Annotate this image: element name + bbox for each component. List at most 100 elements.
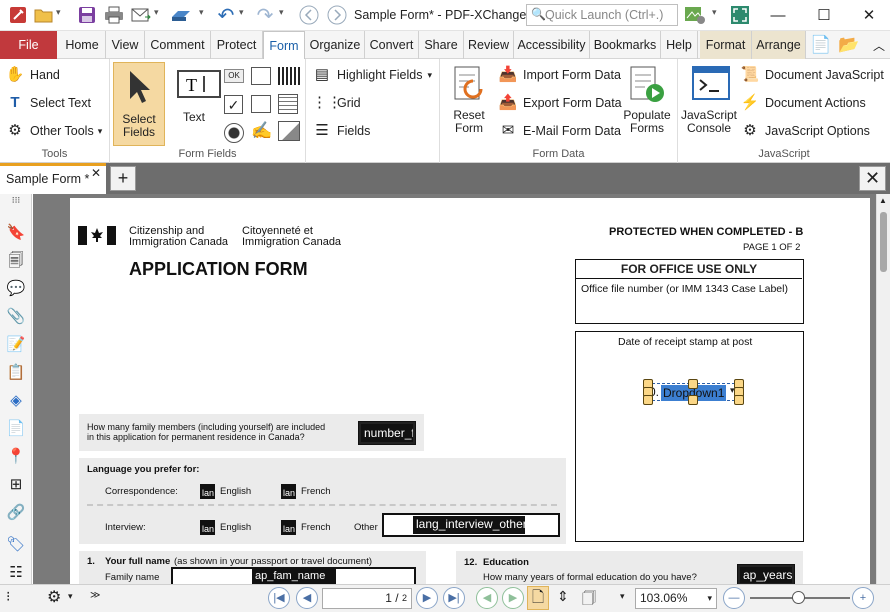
first-page-button[interactable]: |◀ [268, 587, 290, 609]
document-properties-icon[interactable]: 📄 [810, 35, 831, 55]
zoom-slider-thumb[interactable] [792, 591, 805, 604]
resize-handle-bl[interactable] [643, 395, 653, 405]
comments-icon[interactable]: 💬 [5, 278, 27, 300]
next-page-button[interactable]: ▶ [416, 587, 438, 609]
certificate-icon[interactable]: 📋 [5, 362, 27, 384]
tab-help[interactable]: Help [661, 31, 698, 59]
signatures-icon[interactable]: 📝 [5, 334, 27, 356]
tags-icon[interactable]: 🏷 [5, 534, 27, 556]
interview-other-field[interactable]: lang_interview_other [413, 516, 525, 534]
tab-protect[interactable]: Protect [211, 31, 263, 59]
resize-handle-br[interactable] [734, 395, 744, 405]
collapse-ribbon-icon[interactable]: ︿ [873, 37, 885, 54]
javascript-options-button[interactable]: ⚙ JavaScript Options [740, 121, 870, 141]
document-actions-button[interactable]: ⚡ Document Actions [740, 93, 866, 113]
tab-home[interactable]: Home [59, 31, 106, 59]
select-fields-button[interactable]: Select Fields [113, 62, 165, 146]
grid-button[interactable]: ⋮⋮ Grid [312, 93, 361, 113]
export-form-data-button[interactable]: 📤 Export Form Data [498, 93, 622, 113]
minimize-button[interactable]: — [755, 0, 801, 30]
page-number-box[interactable]: 1 / 2 [322, 588, 412, 609]
collapse-sidebar-icon[interactable]: ⁝⁝⁝ [5, 194, 27, 206]
family-name-field[interactable]: ap_fam_name [252, 569, 336, 584]
document-viewport[interactable]: Citizenship and Immigration Canada Citoy… [33, 194, 876, 584]
email-icon[interactable] [130, 5, 152, 25]
date-field-icon[interactable] [278, 94, 298, 114]
highlight-fields-button[interactable]: ▤ Highlight Fields ▾ [312, 65, 432, 85]
tab-comment[interactable]: Comment [145, 31, 211, 59]
zoom-in-button[interactable]: + [852, 587, 874, 609]
document-javascript-button[interactable]: 📜 Document JavaScript [740, 65, 884, 85]
close-document-button[interactable]: ✕ [859, 166, 886, 191]
scroll-up-icon[interactable]: ▲ [879, 196, 887, 205]
image-field-icon[interactable] [278, 121, 300, 141]
structure-icon[interactable]: ⊞ [5, 474, 27, 496]
email-form-data-button[interactable]: ✉ E-Mail Form Data [498, 121, 621, 141]
scan-dropdown-icon[interactable]: ▾ [199, 7, 204, 18]
interview-french-checkbox[interactable]: lan [281, 520, 296, 535]
close-tab-icon[interactable]: ✕ [91, 166, 101, 180]
forward-view-button[interactable]: ▶ [502, 587, 524, 609]
vertical-scrollbar[interactable]: ▲ [876, 194, 890, 584]
undo-dropdown-icon[interactable]: ▾ [239, 7, 244, 18]
correspondence-english-checkbox[interactable]: lan [200, 484, 215, 499]
last-page-button[interactable]: ▶| [443, 587, 465, 609]
checkbox-field-icon[interactable]: ✓ [224, 95, 243, 114]
radio-button-field-icon[interactable] [224, 123, 244, 143]
tab-share[interactable]: Share [419, 31, 464, 59]
tab-convert[interactable]: Convert [365, 31, 419, 59]
layers-icon[interactable]: ◈ [5, 390, 27, 412]
scan-icon[interactable] [170, 5, 192, 25]
tab-accessibility[interactable]: Accessibility [514, 31, 590, 59]
bookmarks-icon[interactable]: 🔖 [5, 222, 27, 244]
destinations-icon[interactable]: 📍 [5, 446, 27, 468]
tab-bookmarks[interactable]: Bookmarks [590, 31, 661, 59]
tab-review[interactable]: Review [464, 31, 514, 59]
new-tab-button[interactable]: + [110, 166, 136, 191]
email-dropdown-icon[interactable]: ▾ [154, 7, 159, 18]
family-number-field[interactable]: number_f [358, 421, 416, 445]
facing-view-icon[interactable]: 🗍 [582, 588, 596, 612]
quick-launch-input[interactable]: 🔍 Quick Launch (Ctrl+.) [526, 4, 678, 26]
order-icon[interactable]: ☷ [5, 562, 27, 584]
settings-gear-icon[interactable]: ⚙ [47, 587, 61, 607]
reset-form-button[interactable]: Reset Form [444, 65, 494, 135]
status-options-icon[interactable]: ⁝ [6, 588, 10, 605]
open-dropdown-icon[interactable]: ▾ [56, 7, 61, 18]
text-field-button[interactable]: T Text [168, 67, 221, 124]
populate-forms-button[interactable]: Populate Forms [620, 65, 674, 135]
list-box-field-icon[interactable] [251, 67, 271, 85]
scroll-thumb[interactable] [880, 212, 887, 272]
folder-search-icon[interactable]: 📂 [838, 35, 859, 55]
select-text-button[interactable]: T Select Text [5, 93, 91, 113]
zoom-select[interactable]: 103.06% ▾ [635, 588, 717, 609]
correspondence-french-checkbox[interactable]: lan [281, 484, 296, 499]
settings-dropdown-icon[interactable]: ▾ [712, 7, 717, 18]
signature-field-icon[interactable]: ✍ [251, 121, 272, 141]
import-form-data-button[interactable]: 📥 Import Form Data [498, 65, 621, 85]
continuous-view-icon[interactable]: ⇕ [557, 588, 569, 605]
fullscreen-icon[interactable] [729, 5, 751, 25]
redo-icon[interactable]: ↷ [254, 5, 276, 27]
tab-arrange[interactable]: Arrange [752, 31, 806, 59]
color-settings-icon[interactable] [684, 5, 706, 25]
document-tab[interactable]: Sample Form * ✕ [0, 163, 106, 194]
forward-icon[interactable] [326, 5, 348, 25]
status-expand-icon[interactable]: ≫ [90, 590, 100, 601]
zoom-out-button[interactable]: — [723, 587, 745, 609]
previous-page-button[interactable]: ◀ [296, 587, 318, 609]
open-folder-icon[interactable] [33, 5, 55, 25]
other-tools-button[interactable]: ⚙ Other Tools ▾ [5, 121, 102, 141]
fields-pane-button[interactable]: ☰ Fields [312, 121, 370, 141]
maximize-button[interactable]: ☐ [801, 0, 847, 30]
attachments-icon[interactable]: 📎 [5, 306, 27, 328]
hand-tool-button[interactable]: ✋ Hand [5, 65, 60, 85]
javascript-console-button[interactable]: JavaScript Console [680, 65, 738, 135]
redo-dropdown-icon[interactable]: ▾ [279, 7, 284, 18]
view-mode-dropdown-icon[interactable]: ▾ [620, 591, 625, 602]
tab-format[interactable]: Format [700, 31, 752, 59]
resize-handle-bc[interactable] [688, 395, 698, 405]
resize-handle-tc[interactable] [688, 379, 698, 389]
tab-file[interactable]: File [0, 31, 57, 59]
close-window-button[interactable]: ✕ [846, 0, 890, 30]
